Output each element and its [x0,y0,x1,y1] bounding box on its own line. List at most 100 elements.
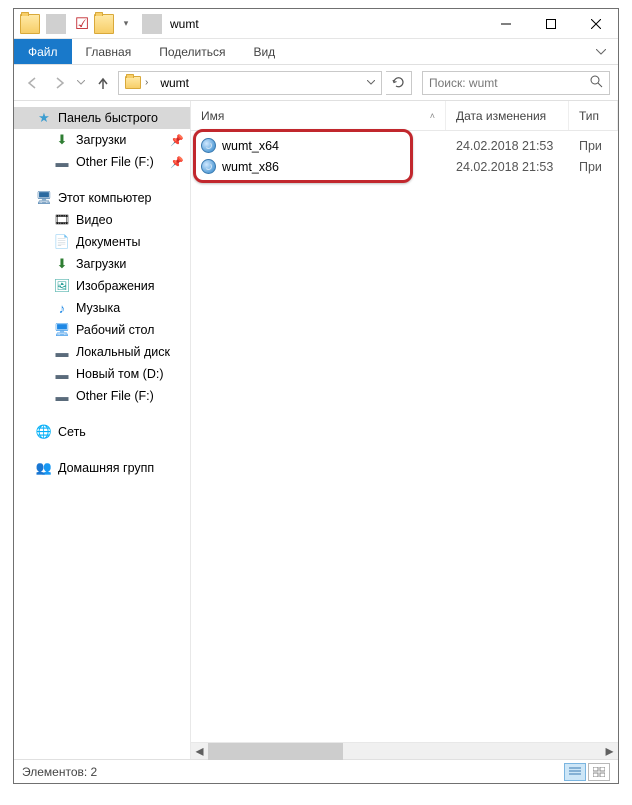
download-icon: ⬇ [54,256,70,272]
sidebar-item-downloads[interactable]: ⬇ Загрузки 📌 [14,129,190,151]
sidebar-item-label: Домашняя групп [58,461,154,475]
search-input[interactable]: Поиск: wumt [422,71,610,95]
view-details-button[interactable] [564,763,586,781]
qat-folder-icon[interactable] [94,14,114,34]
desktop-icon: 🖥 [54,322,70,338]
scroll-track[interactable] [208,743,601,760]
drive-icon: ▬ [54,388,70,404]
pin-icon: 📌 [170,156,184,169]
sidebar-item-desktop[interactable]: 🖥 Рабочий стол [14,319,190,341]
address-segment[interactable]: wumt [160,76,189,90]
back-button[interactable] [22,72,44,94]
search-placeholder: Поиск: wumt [429,76,498,90]
sidebar-item-label: Видео [76,213,113,227]
sidebar-item-local-disk[interactable]: ▬Локальный диск [14,341,190,363]
address-bar[interactable]: › wumt [118,71,382,95]
file-date: 24.02.2018 21:53 [446,160,569,174]
refresh-button[interactable] [386,71,412,95]
qat-properties-icon[interactable]: ☑ [72,14,92,34]
star-icon: ★ [36,110,52,126]
status-count: Элементов: 2 [22,765,97,779]
tab-share[interactable]: Поделиться [145,39,239,64]
horizontal-scrollbar[interactable]: ◂ ▸ [191,742,618,759]
sidebar-item-label: Рабочий стол [76,323,154,337]
pc-icon: 🖥 [36,190,52,206]
content-pane: Имя˄ Дата изменения Тип wumt_x64 24.02.2… [191,101,618,759]
drive-icon: ▬ [54,154,70,170]
sidebar-item-label: Изображения [76,279,155,293]
recent-button[interactable] [74,72,88,94]
sidebar-item-label: Other File (F:) [76,155,154,169]
drive-icon: ▬ [54,344,70,360]
file-name: wumt_x64 [222,139,279,153]
file-type: При [569,160,602,174]
image-icon: 🖼 [54,278,70,294]
scroll-left-button[interactable]: ◂ [191,743,208,760]
network-icon: 🌐 [36,424,52,440]
sidebar-item-label: Сеть [58,425,86,439]
sidebar-item-documents[interactable]: 📄 Документы [14,231,190,253]
sidebar-item-videos[interactable]: 🎞 Видео [14,209,190,231]
forward-button[interactable] [48,72,70,94]
drive-icon: ▬ [54,366,70,382]
music-icon: ♪ [54,300,70,316]
sidebar-item-downloads2[interactable]: ⬇ Загрузки [14,253,190,275]
folder-icon [20,14,40,34]
titlebar: ☑ ▾ wumt [14,9,618,39]
sidebar-item-homegroup[interactable]: 👥Домашняя групп [14,457,190,479]
tab-file[interactable]: Файл [14,39,72,64]
sidebar-item-label: Музыка [76,301,120,315]
up-button[interactable] [92,72,114,94]
list-item[interactable]: wumt_x86 24.02.2018 21:53 При [191,156,618,177]
pin-icon: 📌 [170,134,184,147]
sidebar-item-label: Загрузки [76,257,126,271]
view-icons-button[interactable] [588,763,610,781]
ribbon-tabs: Файл Главная Поделиться Вид [14,39,618,65]
expand-ribbon-button[interactable] [584,39,618,64]
sidebar-item-label: Other File (F:) [76,389,154,403]
scroll-right-button[interactable]: ▸ [601,743,618,760]
qat-dropdown-icon[interactable]: ▾ [116,14,136,34]
app-icon [201,138,216,153]
sidebar-item-label: Панель быстрого [58,111,158,125]
tab-home[interactable]: Главная [72,39,146,64]
column-type[interactable]: Тип [569,101,618,130]
minimize-button[interactable] [483,9,528,38]
sidebar-item-other-file[interactable]: ▬ Other File (F:) 📌 [14,151,190,173]
sidebar-item-label: Новый том (D:) [76,367,164,381]
folder-icon [125,76,141,89]
file-list[interactable]: wumt_x64 24.02.2018 21:53 При wumt_x86 2… [191,131,618,742]
search-icon [590,75,603,91]
file-date: 24.02.2018 21:53 [446,139,569,153]
file-name: wumt_x86 [222,160,279,174]
separator [142,14,162,34]
sidebar-item-other-file2[interactable]: ▬ Other File (F:) [14,385,190,407]
sidebar-item-label: Документы [76,235,140,249]
maximize-button[interactable] [528,9,573,38]
scroll-thumb[interactable] [208,743,343,760]
list-item[interactable]: wumt_x64 24.02.2018 21:53 При [191,135,618,156]
sidebar-item-this-pc[interactable]: 🖥 Этот компьютер [14,187,190,209]
close-button[interactable] [573,9,618,38]
separator [46,14,66,34]
navigation-pane[interactable]: ★ Панель быстрого ⬇ Загрузки 📌 ▬ Other F… [14,101,191,759]
sidebar-item-music[interactable]: ♪ Музыка [14,297,190,319]
address-dropdown[interactable] [361,80,381,85]
sidebar-item-pictures[interactable]: 🖼 Изображения [14,275,190,297]
column-name[interactable]: Имя˄ [191,101,446,130]
sidebar-item-label: Этот компьютер [58,191,151,205]
chevron-right-icon: › [145,77,148,88]
doc-icon: 📄 [54,234,70,250]
sidebar-item-quick-access[interactable]: ★ Панель быстрого [14,107,190,129]
column-headers: Имя˄ Дата изменения Тип [191,101,618,131]
sidebar-item-label: Загрузки [76,133,126,147]
sort-asc-icon: ˄ [430,111,435,121]
sidebar-item-new-volume[interactable]: ▬ Новый том (D:) [14,363,190,385]
column-date[interactable]: Дата изменения [446,101,569,130]
video-icon: 🎞 [54,212,70,228]
file-type: При [569,139,602,153]
status-bar: Элементов: 2 [14,759,618,783]
app-icon [201,159,216,174]
sidebar-item-network[interactable]: 🌐 Сеть [14,421,190,443]
tab-view[interactable]: Вид [239,39,289,64]
